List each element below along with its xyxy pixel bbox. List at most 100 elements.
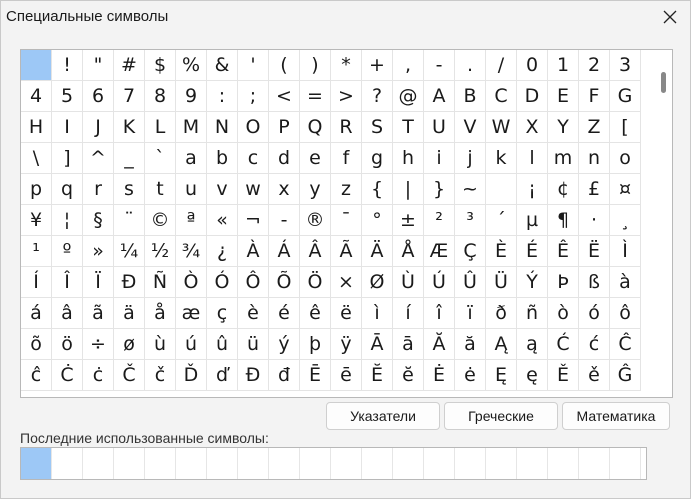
symbol-cell[interactable]: ¦ [52,205,83,236]
symbol-cell[interactable]: Ĉ [610,329,641,360]
recent-symbol-cell[interactable] [331,448,362,479]
symbol-cell[interactable]: § [83,205,114,236]
symbol-cell[interactable]: u [176,174,207,205]
symbol-cell[interactable]: i [424,143,455,174]
recent-symbol-cell[interactable] [238,448,269,479]
symbol-cell[interactable]: } [424,174,455,205]
symbol-cell[interactable]: = [300,81,331,112]
symbol-cell[interactable]: č [145,360,176,391]
symbol-cell[interactable]: è [238,298,269,329]
symbol-cell[interactable]: T [393,112,424,143]
symbol-cell[interactable]: K [114,112,145,143]
symbol-cell[interactable]: - [424,50,455,81]
symbol-cell[interactable]: ² [424,205,455,236]
symbol-cell[interactable]: û [207,329,238,360]
symbol-cell[interactable]: ¯ [331,205,362,236]
symbol-cell[interactable]: Æ [424,236,455,267]
symbol-cell[interactable]: W [486,112,517,143]
symbol-cell[interactable]: ] [52,143,83,174]
symbol-cell[interactable]: Q [300,112,331,143]
symbol-cell[interactable]: + [362,50,393,81]
symbol-cell[interactable]: ¥ [21,205,52,236]
symbol-cell[interactable]: ; [238,81,269,112]
symbol-cell[interactable]: | [393,174,424,205]
symbol-cell[interactable]: Ö [300,267,331,298]
symbol-cell[interactable]: Î [52,267,83,298]
symbol-cell[interactable]: m [548,143,579,174]
symbol-cell[interactable]: Ā [362,329,393,360]
symbol-cell[interactable]: ò [548,298,579,329]
symbol-cell[interactable]: ~ [455,174,486,205]
symbol-cell[interactable]: Ė [424,360,455,391]
symbol-cell[interactable]: ¨ [114,205,145,236]
symbol-cell[interactable]: Ç [455,236,486,267]
symbol-cell[interactable]: z [331,174,362,205]
symbol-cell[interactable]: é [269,298,300,329]
symbol-cell[interactable]: ª [176,205,207,236]
symbol-cell[interactable]: ÷ [83,329,114,360]
symbol-cell[interactable]: 5 [52,81,83,112]
symbol-cell[interactable]: k [486,143,517,174]
symbol-cell[interactable]: \ [21,143,52,174]
symbol-cell[interactable]: · [579,205,610,236]
symbol-cell[interactable]: @ [393,81,424,112]
symbol-cell[interactable]: ^ [83,143,114,174]
symbol-cell[interactable]: Ě [548,360,579,391]
symbol-cell[interactable]: ô [610,298,641,329]
symbol-cell[interactable]: ½ [145,236,176,267]
symbol-cell[interactable]: Ă [424,329,455,360]
symbol-cell[interactable]: o [610,143,641,174]
symbol-cell[interactable]: y [300,174,331,205]
symbol-cell[interactable]: J [83,112,114,143]
symbol-cell[interactable]: Ð [114,267,145,298]
symbol-cell[interactable]: & [207,50,238,81]
symbol-cell[interactable]: - [269,205,300,236]
symbol-cell[interactable]: 1 [548,50,579,81]
symbol-cell[interactable]: ´ [486,205,517,236]
symbol-cell[interactable]: ć [579,329,610,360]
symbol-cell[interactable]: Ø [362,267,393,298]
symbol-cell[interactable]: ó [579,298,610,329]
recent-symbol-cell[interactable] [176,448,207,479]
symbol-cell[interactable]: ¤ [610,174,641,205]
symbol-cell[interactable]: 3 [610,50,641,81]
symbol-cell[interactable]: ¸ [610,205,641,236]
symbol-cell[interactable]: j [455,143,486,174]
symbol-cell[interactable]: î [424,298,455,329]
symbol-cell[interactable]: U [424,112,455,143]
recent-symbol-cell[interactable] [83,448,114,479]
symbol-cell[interactable] [486,174,517,205]
symbol-cell[interactable]: ) [300,50,331,81]
symbol-cell[interactable]: ¼ [114,236,145,267]
symbol-cell[interactable]: Ô [238,267,269,298]
symbol-cell[interactable]: 2 [579,50,610,81]
symbol-cell[interactable]: G [610,81,641,112]
recent-symbol-cell[interactable] [21,448,52,479]
symbol-cell[interactable]: Ĕ [362,360,393,391]
symbol-cell[interactable]: ¾ [176,236,207,267]
symbol-cell[interactable]: Ý [517,267,548,298]
symbol-cell[interactable]: õ [21,329,52,360]
symbol-cell[interactable]: ā [393,329,424,360]
symbol-cell[interactable]: Ñ [145,267,176,298]
symbol-cell[interactable]: [ [610,112,641,143]
symbol-cell[interactable]: » [83,236,114,267]
symbol-cell[interactable]: p [21,174,52,205]
symbol-cell[interactable]: ¡ [517,174,548,205]
symbol-cell[interactable]: F [579,81,610,112]
symbol-cell[interactable]: Ï [83,267,114,298]
symbol-cell[interactable]: ° [362,205,393,236]
symbol-cell[interactable]: â [52,298,83,329]
recent-symbol-cell[interactable] [610,448,641,479]
recent-symbol-cell[interactable] [393,448,424,479]
recent-symbol-cell[interactable] [362,448,393,479]
symbol-cell[interactable]: 4 [21,81,52,112]
symbol-cell[interactable]: ¿ [207,236,238,267]
symbol-cell[interactable]: Ú [424,267,455,298]
symbol-cell[interactable]: Â [300,236,331,267]
greek-button[interactable]: Греческие [444,402,558,430]
symbol-cell[interactable]: v [207,174,238,205]
recent-symbol-cell[interactable] [486,448,517,479]
recent-symbol-cell[interactable] [548,448,579,479]
symbol-cell[interactable]: Á [269,236,300,267]
